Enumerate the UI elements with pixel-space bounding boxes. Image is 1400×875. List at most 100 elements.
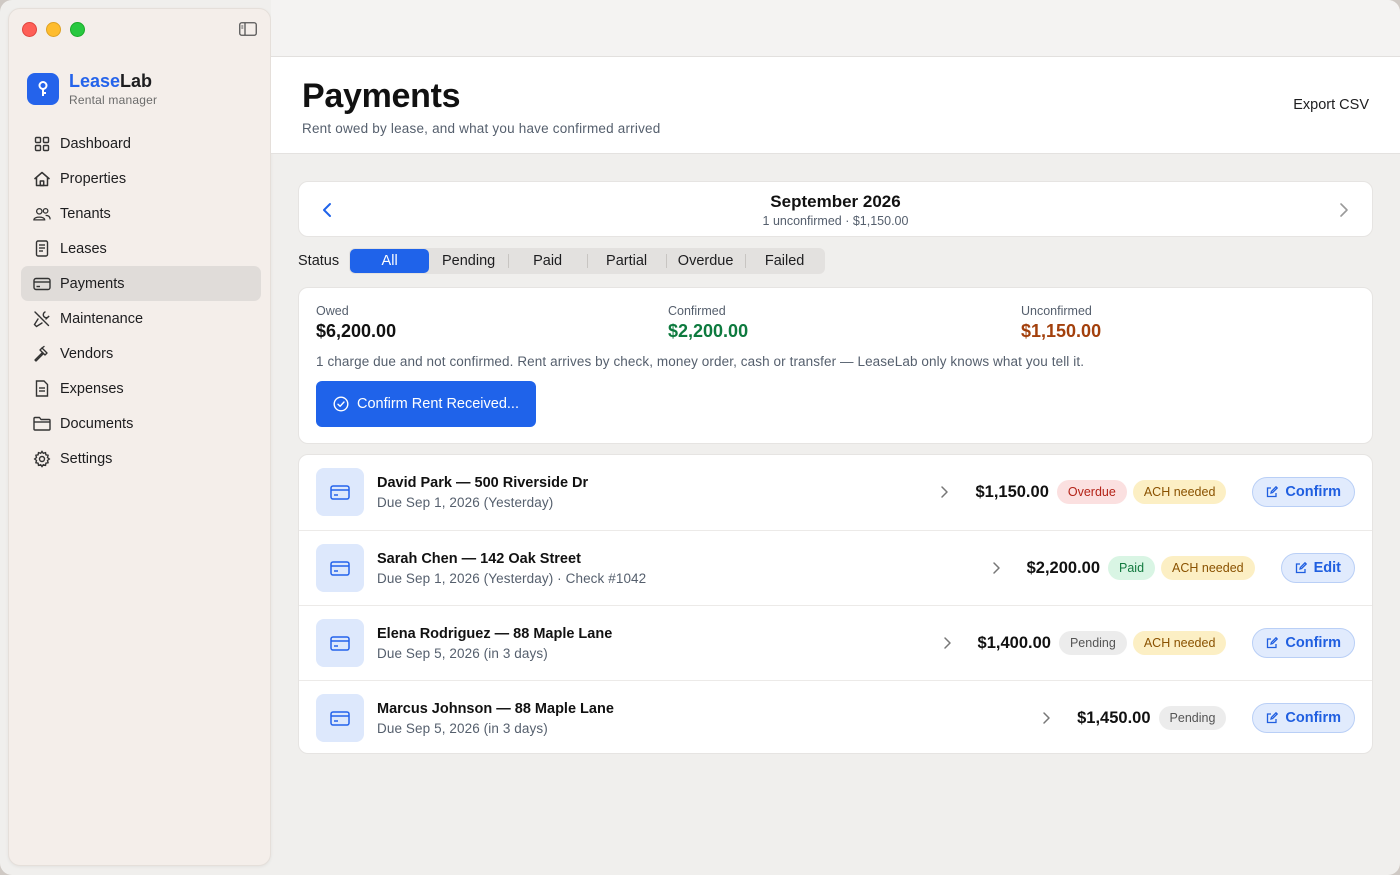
people-icon xyxy=(33,205,51,223)
house-icon xyxy=(33,170,51,188)
check-circle-icon xyxy=(333,396,349,412)
owed-stat: Owed $6,200.00 xyxy=(316,304,396,342)
sidebar-item-label: Dashboard xyxy=(60,135,131,152)
payment-amount: $1,150.00 xyxy=(975,482,1049,501)
list-item[interactable]: David Park — 500 Riverside Dr Due Sep 1,… xyxy=(299,455,1372,530)
tools-icon xyxy=(33,310,51,328)
chevron-right-icon[interactable] xyxy=(1041,711,1051,725)
ach-badge: ACH needed xyxy=(1161,556,1255,580)
month-title: September 2026 xyxy=(770,192,901,211)
sidebar-nav: Dashboard Properties Tenants Leases Paym… xyxy=(21,126,261,476)
sidebar-item-label: Payments xyxy=(60,275,125,292)
chevron-right-icon[interactable] xyxy=(942,636,952,650)
document-icon xyxy=(33,240,51,258)
chevron-right-icon[interactable] xyxy=(1334,200,1352,220)
unconfirmed-value: $1,150.00 xyxy=(1021,321,1102,341)
payment-amount: $1,450.00 xyxy=(1077,708,1151,727)
confirm-button[interactable]: Confirm xyxy=(1252,628,1355,658)
owed-label: Owed xyxy=(316,304,349,318)
sidebar-item-label: Documents xyxy=(60,415,134,432)
payment-due: Due Sep 5, 2026 (in 3 days) xyxy=(377,646,548,661)
credit-card-icon xyxy=(316,619,364,667)
credit-card-icon xyxy=(316,694,364,742)
month-summary: 1 unconfirmed · $1,150.00 xyxy=(762,214,909,228)
chevron-right-icon[interactable] xyxy=(939,485,949,499)
list-item[interactable]: Elena Rodriguez — 88 Maple Lane Due Sep … xyxy=(299,605,1372,680)
sidebar-item-label: Tenants xyxy=(60,205,111,222)
status-option-partial[interactable]: Partial xyxy=(587,249,666,273)
payment-due: Due Sep 1, 2026 (Yesterday) · Check #104… xyxy=(377,571,647,586)
credit-card-icon xyxy=(316,544,364,592)
window-controls xyxy=(22,22,85,37)
page-subtitle: Rent owed by lease, and what you have co… xyxy=(302,121,661,136)
chevron-right-icon[interactable] xyxy=(991,561,1001,575)
sidebar-item-label: Vendors xyxy=(60,345,114,362)
status-filter-label: Status xyxy=(298,253,340,269)
sidebar-item-leases[interactable]: Leases xyxy=(21,231,261,266)
status-badge: Paid xyxy=(1108,556,1156,580)
sidebar-item-documents[interactable]: Documents xyxy=(21,406,261,441)
payment-amount: $2,200.00 xyxy=(1026,558,1100,577)
summary-card: Owed $6,200.00 Confirmed $2,200.00 Uncon… xyxy=(298,287,1373,444)
edit-button-label: Edit xyxy=(1313,560,1341,576)
payment-title: Elena Rodriguez — 88 Maple Lane xyxy=(377,626,613,642)
summary-note: 1 charge due and not confirmed. Rent arr… xyxy=(316,354,1085,369)
confirm-rent-received-button[interactable]: Confirm Rent Received... xyxy=(316,381,536,427)
status-badge: Overdue xyxy=(1056,480,1127,504)
payment-title: Sarah Chen — 142 Oak Street xyxy=(377,551,581,567)
minimize-window-button[interactable] xyxy=(46,22,61,37)
list-item[interactable]: Marcus Johnson — 88 Maple Lane Due Sep 5… xyxy=(299,680,1372,755)
status-filter: Status All Pending Paid Partial Overdue … xyxy=(298,248,826,274)
gear-icon xyxy=(33,449,51,468)
status-option-paid[interactable]: Paid xyxy=(508,249,587,273)
edit-icon xyxy=(1267,637,1279,649)
sidebar-item-settings[interactable]: Settings xyxy=(21,441,261,476)
sidebar-item-label: Properties xyxy=(60,170,127,187)
status-segmented-control: All Pending Paid Partial Overdue Failed xyxy=(349,248,826,274)
sidebar-item-tenants[interactable]: Tenants xyxy=(21,196,261,231)
key-icon xyxy=(27,73,59,105)
ach-badge: ACH needed xyxy=(1132,631,1227,655)
payment-title: David Park — 500 Riverside Dr xyxy=(377,475,589,491)
confirm-button-label: Confirm xyxy=(1285,484,1341,500)
ach-badge: ACH needed xyxy=(1132,480,1227,504)
sidebar-item-label: Expenses xyxy=(60,380,124,397)
status-badge: Pending xyxy=(1158,706,1227,730)
sidebar-item-maintenance[interactable]: Maintenance xyxy=(21,301,261,336)
sidebar-item-label: Leases xyxy=(60,240,107,257)
list-item[interactable]: Sarah Chen — 142 Oak Street Due Sep 1, 2… xyxy=(299,530,1372,605)
confirm-button-label: Confirm xyxy=(1285,710,1341,726)
grid-icon xyxy=(33,135,51,153)
edit-icon xyxy=(1267,486,1279,498)
sidebar-item-expenses[interactable]: Expenses xyxy=(21,371,261,406)
sidebar-item-label: Maintenance xyxy=(60,310,144,327)
credit-card-icon xyxy=(316,468,364,516)
sidebar-item-label: Settings xyxy=(60,450,113,467)
edit-button[interactable]: Edit xyxy=(1280,553,1355,583)
payment-due: Due Sep 1, 2026 (Yesterday) xyxy=(377,495,554,510)
app-window: LeaseLab Rental manager Dashboard Proper… xyxy=(0,0,1400,875)
payment-title: Marcus Johnson — 88 Maple Lane xyxy=(377,701,614,717)
sidebar-item-properties[interactable]: Properties xyxy=(21,161,261,196)
confirm-button[interactable]: Confirm xyxy=(1252,703,1355,733)
zoom-window-button[interactable] xyxy=(70,22,85,37)
edit-icon xyxy=(1295,562,1307,574)
sidebar-item-vendors[interactable]: Vendors xyxy=(21,336,261,371)
close-window-button[interactable] xyxy=(22,22,37,37)
title-bar xyxy=(271,0,1400,57)
status-option-all[interactable]: All xyxy=(350,249,430,273)
brand: LeaseLab Rental manager xyxy=(27,71,157,107)
export-csv-button[interactable]: Export CSV xyxy=(1293,97,1369,113)
confirm-button-label: Confirm xyxy=(1285,635,1341,651)
status-option-failed[interactable]: Failed xyxy=(745,249,824,273)
sidebar-toggle-icon[interactable] xyxy=(239,22,257,36)
status-option-overdue[interactable]: Overdue xyxy=(666,249,745,273)
sidebar-item-dashboard[interactable]: Dashboard xyxy=(21,126,261,161)
confirmed-value: $2,200.00 xyxy=(668,321,749,341)
confirm-button[interactable]: Confirm xyxy=(1252,477,1355,507)
folder-icon xyxy=(33,415,51,433)
sidebar-item-payments[interactable]: Payments xyxy=(21,266,261,301)
payment-due: Due Sep 5, 2026 (in 3 days) xyxy=(377,721,548,736)
app-name: LeaseLab xyxy=(69,71,153,91)
status-option-pending[interactable]: Pending xyxy=(429,249,508,273)
